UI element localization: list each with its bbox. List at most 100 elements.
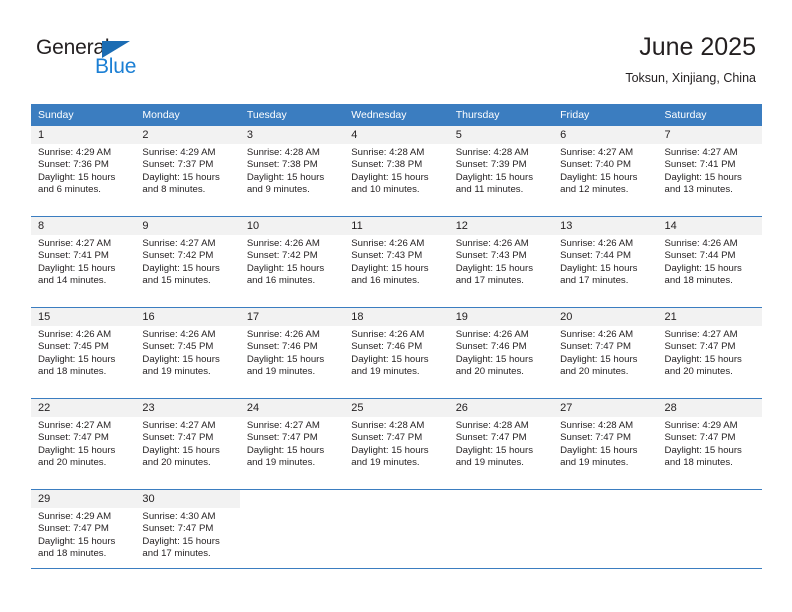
day-number: 2 (135, 126, 240, 144)
calendar-day-cell[interactable]: 13 Sunrise: 4:26 AM Sunset: 7:44 PM Dayligh… (553, 216, 658, 308)
day-details: Sunrise: 4:30 AM Sunset: 7:47 PM Daylight:… (135, 508, 239, 561)
sunset-text: Sunset: 7:39 PM (455, 159, 527, 171)
day-number: 22 (31, 399, 136, 417)
calendar-day-cell[interactable]: 12 Sunrise: 4:26 AM Sunset: 7:43 PM Dayligh… (448, 216, 554, 308)
sunrise-text: Sunrise: 4:27 AM (142, 238, 216, 249)
calendar-day-cell[interactable]: 26 Sunrise: 4:28 AM Sunset: 7:47 PM Dayligh… (448, 398, 554, 490)
calendar-day-cell[interactable]: 6 Sunrise: 4:27 AM Sunset: 7:40 PM Daylight… (553, 126, 658, 217)
calendar-day-cell[interactable]: 29 Sunrise: 4:29 AM Sunset: 7:47 PM Dayligh… (31, 489, 136, 580)
calendar-day-cell[interactable]: 8 Sunrise: 4:27 AM Sunset: 7:41 PM Daylight… (31, 216, 136, 308)
daylight-text: Daylight: 15 hours and 19 minutes. (455, 444, 534, 469)
day-details: Sunrise: 4:26 AM Sunset: 7:47 PM Daylight:… (553, 326, 657, 379)
sunrise-text: Sunrise: 4:28 AM (351, 420, 425, 431)
day-details: Sunrise: 4:27 AM Sunset: 7:47 PM Daylight:… (658, 326, 762, 379)
general-blue-logo[interactable]: General Blue (36, 37, 236, 83)
sunrise-text: Sunrise: 4:29 AM (38, 147, 112, 158)
sunrise-text: Sunrise: 4:29 AM (664, 420, 738, 431)
day-details: Sunrise: 4:28 AM Sunset: 7:47 PM Daylight:… (344, 417, 448, 470)
calendar-day-cell-empty (448, 489, 554, 580)
daylight-text: Daylight: 15 hours and 11 minutes. (455, 171, 534, 196)
day-details: Sunrise: 4:26 AM Sunset: 7:46 PM Daylight:… (344, 326, 448, 379)
calendar-day-cell[interactable]: 11 Sunrise: 4:26 AM Sunset: 7:43 PM Dayligh… (344, 216, 449, 308)
calendar-day-cell[interactable]: 1 Sunrise: 4:29 AM Sunset: 7:36 PM Daylight… (31, 126, 136, 217)
daylight-text: Daylight: 15 hours and 17 minutes. (142, 535, 220, 560)
calendar-day-cell[interactable]: 22 Sunrise: 4:27 AM Sunset: 7:47 PM Dayligh… (31, 398, 136, 490)
sunrise-text: Sunrise: 4:26 AM (455, 329, 529, 340)
calendar-day-cell[interactable]: 25 Sunrise: 4:28 AM Sunset: 7:47 PM Dayligh… (344, 398, 449, 490)
day-number: 18 (344, 308, 449, 326)
day-number (448, 490, 554, 508)
calendar-page: General Blue June 2025 Toksun, Xinjiang,… (0, 0, 792, 612)
sunrise-text: Sunrise: 4:28 AM (351, 147, 425, 158)
weekday-header-friday: Friday (553, 104, 658, 126)
calendar-day-cell[interactable]: 23 Sunrise: 4:27 AM Sunset: 7:47 PM Dayligh… (135, 398, 240, 490)
calendar-day-cell[interactable]: 30 Sunrise: 4:30 AM Sunset: 7:47 PM Dayligh… (135, 489, 240, 580)
sunrise-text: Sunrise: 4:26 AM (246, 238, 320, 249)
sunset-text: Sunset: 7:47 PM (664, 432, 736, 444)
sunset-text: Sunset: 7:41 PM (664, 159, 736, 171)
day-details: Sunrise: 4:27 AM Sunset: 7:41 PM Daylight:… (658, 144, 762, 197)
daylight-text: Daylight: 15 hours and 20 minutes. (38, 444, 116, 469)
daylight-text: Daylight: 15 hours and 16 minutes. (246, 262, 325, 287)
calendar-day-cell[interactable]: 2 Sunrise: 4:29 AM Sunset: 7:37 PM Daylight… (135, 126, 240, 217)
daylight-text: Daylight: 15 hours and 20 minutes. (455, 353, 534, 378)
calendar-header-row: Sunday Monday Tuesday Wednesday Thursday… (31, 104, 762, 126)
day-number: 13 (553, 217, 658, 235)
sunset-text: Sunset: 7:38 PM (246, 159, 318, 171)
calendar-day-cell[interactable]: 4 Sunrise: 4:28 AM Sunset: 7:38 PM Daylight… (344, 126, 449, 217)
daylight-text: Daylight: 15 hours and 19 minutes. (142, 353, 220, 378)
calendar-day-cell[interactable]: 3 Sunrise: 4:28 AM Sunset: 7:38 PM Daylight… (239, 126, 345, 217)
calendar-day-cell[interactable]: 17 Sunrise: 4:26 AM Sunset: 7:46 PM Dayligh… (239, 307, 345, 399)
day-details: Sunrise: 4:28 AM Sunset: 7:38 PM Daylight:… (240, 144, 344, 197)
sunset-text: Sunset: 7:36 PM (38, 159, 109, 171)
calendar-day-cell[interactable]: 24 Sunrise: 4:27 AM Sunset: 7:47 PM Dayligh… (239, 398, 345, 490)
sunrise-text: Sunrise: 4:30 AM (142, 511, 216, 522)
day-details: Sunrise: 4:28 AM Sunset: 7:47 PM Daylight:… (553, 417, 657, 470)
calendar-day-cell[interactable]: 7 Sunrise: 4:27 AM Sunset: 7:41 PM Daylight… (657, 126, 762, 217)
calendar-day-cell[interactable]: 20 Sunrise: 4:26 AM Sunset: 7:47 PM Dayligh… (553, 307, 658, 399)
daylight-text: Daylight: 15 hours and 14 minutes. (38, 262, 116, 287)
title-block: June 2025 Toksun, Xinjiang, China (625, 32, 756, 86)
calendar-day-cell-empty (344, 489, 449, 580)
day-details: Sunrise: 4:26 AM Sunset: 7:45 PM Daylight:… (135, 326, 239, 379)
calendar-day-cell[interactable]: 19 Sunrise: 4:26 AM Sunset: 7:46 PM Dayligh… (448, 307, 554, 399)
calendar-week-row: 15 Sunrise: 4:26 AM Sunset: 7:45 PM Dayligh… (31, 307, 762, 399)
day-number: 19 (448, 308, 554, 326)
calendar-day-cell[interactable]: 9 Sunrise: 4:27 AM Sunset: 7:42 PM Daylight… (135, 216, 240, 308)
daylight-text: Daylight: 15 hours and 20 minutes. (664, 353, 742, 378)
sunset-text: Sunset: 7:47 PM (38, 432, 109, 444)
day-number: 11 (344, 217, 449, 235)
calendar-day-cell[interactable]: 18 Sunrise: 4:26 AM Sunset: 7:46 PM Dayligh… (344, 307, 449, 399)
calendar-day-cell[interactable]: 27 Sunrise: 4:28 AM Sunset: 7:47 PM Dayligh… (553, 398, 658, 490)
day-number: 12 (448, 217, 554, 235)
weekday-header-sunday: Sunday (31, 104, 136, 126)
day-details: Sunrise: 4:27 AM Sunset: 7:47 PM Daylight:… (135, 417, 239, 470)
sunset-text: Sunset: 7:41 PM (38, 250, 109, 262)
calendar-day-cell[interactable]: 15 Sunrise: 4:26 AM Sunset: 7:45 PM Dayligh… (31, 307, 136, 399)
calendar-day-cell[interactable]: 28 Sunrise: 4:29 AM Sunset: 7:47 PM Dayligh… (657, 398, 762, 490)
sunset-text: Sunset: 7:47 PM (38, 523, 109, 535)
day-number: 3 (239, 126, 345, 144)
daylight-text: Daylight: 15 hours and 12 minutes. (560, 171, 638, 196)
daylight-text: Daylight: 15 hours and 15 minutes. (142, 262, 220, 287)
calendar-day-cell[interactable]: 5 Sunrise: 4:28 AM Sunset: 7:39 PM Daylight… (448, 126, 554, 217)
daylight-text: Daylight: 15 hours and 8 minutes. (142, 171, 220, 196)
calendar-day-cell[interactable]: 16 Sunrise: 4:26 AM Sunset: 7:45 PM Dayligh… (135, 307, 240, 399)
sunrise-text: Sunrise: 4:26 AM (560, 329, 634, 340)
sunrise-text: Sunrise: 4:28 AM (455, 420, 529, 431)
day-number (553, 490, 658, 508)
daylight-text: Daylight: 15 hours and 20 minutes. (560, 353, 638, 378)
sunrise-text: Sunrise: 4:29 AM (38, 511, 112, 522)
day-details: Sunrise: 4:29 AM Sunset: 7:36 PM Daylight:… (31, 144, 135, 197)
daylight-text: Daylight: 15 hours and 13 minutes. (664, 171, 742, 196)
day-details: Sunrise: 4:26 AM Sunset: 7:46 PM Daylight:… (240, 326, 344, 379)
calendar-day-cell[interactable]: 14 Sunrise: 4:26 AM Sunset: 7:44 PM Dayligh… (657, 216, 762, 308)
day-details: Sunrise: 4:28 AM Sunset: 7:39 PM Daylight:… (449, 144, 553, 197)
sunrise-text: Sunrise: 4:27 AM (664, 147, 738, 158)
daylight-text: Daylight: 15 hours and 9 minutes. (246, 171, 325, 196)
weekday-header-tuesday: Tuesday (239, 104, 345, 126)
calendar-day-cell[interactable]: 21 Sunrise: 4:27 AM Sunset: 7:47 PM Dayligh… (657, 307, 762, 399)
day-details: Sunrise: 4:26 AM Sunset: 7:42 PM Daylight:… (240, 235, 344, 288)
sunrise-text: Sunrise: 4:26 AM (560, 238, 634, 249)
calendar-day-cell[interactable]: 10 Sunrise: 4:26 AM Sunset: 7:42 PM Dayligh… (239, 216, 345, 308)
